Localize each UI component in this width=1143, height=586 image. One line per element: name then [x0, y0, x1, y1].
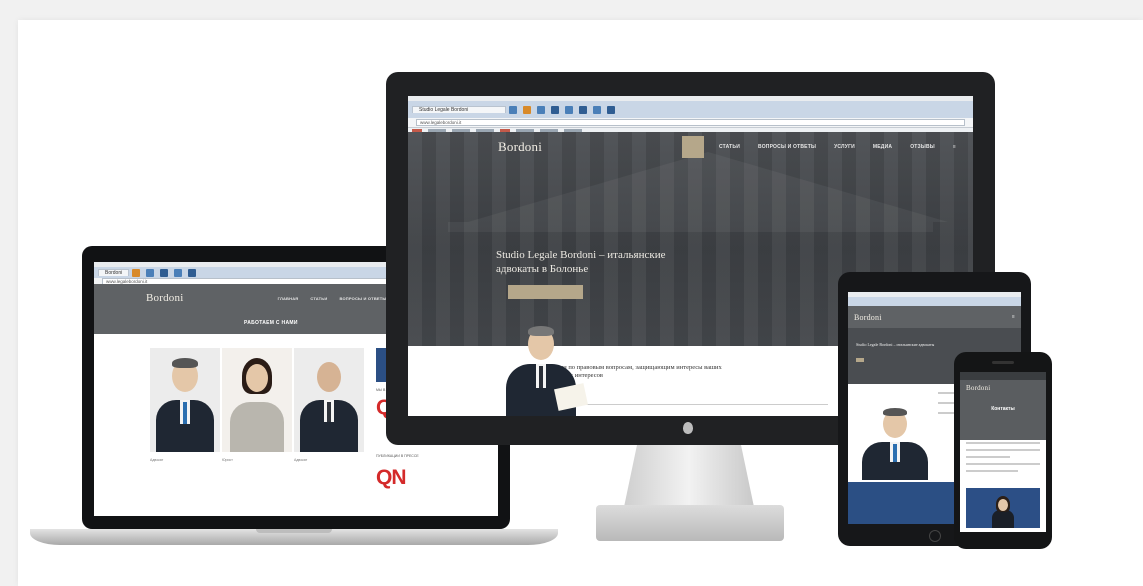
site-logo[interactable]: Bordoni — [498, 139, 542, 155]
phone-device: Bordoni Контакты — [954, 352, 1052, 549]
lawyer-figure — [150, 348, 220, 452]
nav-item-articles[interactable]: СТАТЬИ — [716, 142, 743, 152]
text-line — [966, 449, 1040, 451]
photo-caption: Адвокат — [150, 458, 164, 462]
lawyer-figure — [862, 404, 928, 480]
site-header: Bordoni Контакты — [960, 380, 1046, 440]
lawyer-photo[interactable] — [222, 348, 292, 452]
photo-caption: Адвокат — [294, 458, 308, 462]
nav-item-articles[interactable]: СТАТЬИ — [308, 294, 329, 303]
app-icon[interactable] — [509, 105, 517, 114]
browser-toolbar — [960, 372, 1046, 380]
lawyer-photo[interactable] — [150, 348, 220, 452]
site-logo[interactable]: Bordoni — [854, 313, 882, 322]
site-nav: СТАТЬИ ВОПРОСЫ И ОТВЕТЫ УСЛУГИ МЕДИА ОТЗ… — [681, 136, 959, 158]
browser-tab[interactable]: Bordoni — [98, 269, 130, 276]
app-icon[interactable] — [160, 268, 169, 277]
monitor-browser-chrome: Studio Legale Bordoni www.legalebordoni.… — [408, 96, 973, 133]
text-line — [966, 442, 1040, 444]
app-icon[interactable] — [523, 105, 531, 114]
site-header: Bordoni ≡ — [848, 306, 1021, 328]
lawyer-figure — [294, 348, 364, 452]
nav-item-home[interactable]: ГЛАВНАЯ — [276, 294, 301, 303]
nav-item-faq[interactable]: ВОПРОСЫ И ОТВЕТЫ — [337, 294, 388, 303]
app-icon[interactable] — [579, 105, 587, 114]
sidebar-label: ПУБЛИКАЦИИ В ПРЕССЕ — [376, 454, 419, 458]
address-row: www.legalebordoni.it — [408, 118, 973, 128]
hero-cta-button[interactable] — [508, 285, 583, 299]
building-pediment — [468, 152, 948, 222]
press-logo[interactable]: QN — [376, 466, 406, 490]
app-icon[interactable] — [607, 105, 615, 114]
home-button — [929, 530, 941, 542]
app-icon[interactable] — [551, 105, 559, 114]
building-cornice — [448, 222, 933, 232]
laptop-notch — [256, 529, 332, 533]
monitor-stand-base — [596, 505, 784, 541]
site-nav: ≡ — [1012, 314, 1015, 320]
app-icon[interactable] — [132, 268, 141, 277]
app-icon[interactable] — [565, 105, 573, 114]
hero-cta-button[interactable] — [856, 358, 864, 362]
lawyer-photo[interactable] — [294, 348, 364, 452]
text-line — [966, 470, 1018, 472]
text-line — [966, 456, 1011, 458]
menu-icon[interactable]: ≡ — [1012, 314, 1015, 320]
app-icon[interactable] — [174, 268, 183, 277]
hero-title: Studio Legale Bordoni – итальянские адво… — [496, 248, 736, 276]
address-bar[interactable]: www.legalebordoni.it — [416, 119, 965, 126]
site-logo[interactable]: Bordoni — [146, 292, 183, 304]
page-title: Контакты — [991, 406, 1015, 412]
nav-item-media[interactable]: МЕДИА — [870, 142, 895, 152]
nav-item-active[interactable] — [681, 136, 704, 158]
browser-tab[interactable]: Studio Legale Bordoni — [412, 106, 506, 113]
menu-icon[interactable]: ≡ — [950, 142, 959, 152]
nav-item-services[interactable]: УСЛУГИ — [831, 142, 858, 152]
phone-screen: Bordoni Контакты — [960, 372, 1046, 532]
hero-title-line: Studio Legale Bordoni – итальянские — [496, 249, 666, 261]
browser-toolbar: Studio Legale Bordoni — [408, 101, 973, 118]
app-icon[interactable] — [146, 268, 155, 277]
phone-browser-chrome — [960, 372, 1046, 380]
text-line — [966, 463, 1040, 465]
apple-logo-icon — [683, 422, 693, 434]
tablet-browser-chrome — [848, 292, 1021, 306]
site-logo[interactable]: Bordoni — [966, 384, 990, 392]
text-block — [966, 442, 1040, 477]
hero-title-line: адвокаты в Болонье — [496, 263, 589, 275]
nav-item-reviews[interactable]: ОТЗЫВЫ — [907, 142, 938, 152]
page-title: РАБОТАЕМ С НАМИ — [244, 320, 298, 326]
monitor-stand — [624, 445, 754, 507]
app-icon[interactable] — [188, 268, 197, 277]
nav-item-faq[interactable]: ВОПРОСЫ И ОТВЕТЫ — [755, 142, 819, 152]
phone-speaker — [992, 361, 1014, 364]
browser-toolbar — [848, 297, 1021, 306]
app-icon[interactable] — [593, 105, 601, 114]
lawyer-figure — [222, 348, 292, 452]
site-header: Bordoni СТАТЬИ ВОПРОСЫ И ОТВЕТЫ УСЛУГИ М… — [408, 132, 973, 162]
lawyer-figure — [506, 312, 588, 416]
app-icon[interactable] — [537, 105, 545, 114]
video-thumbnail[interactable] — [966, 488, 1040, 528]
hero-title: Studio Legale Bordoni – итальянские адво… — [856, 342, 935, 347]
photo-caption: Юрист — [222, 458, 233, 462]
